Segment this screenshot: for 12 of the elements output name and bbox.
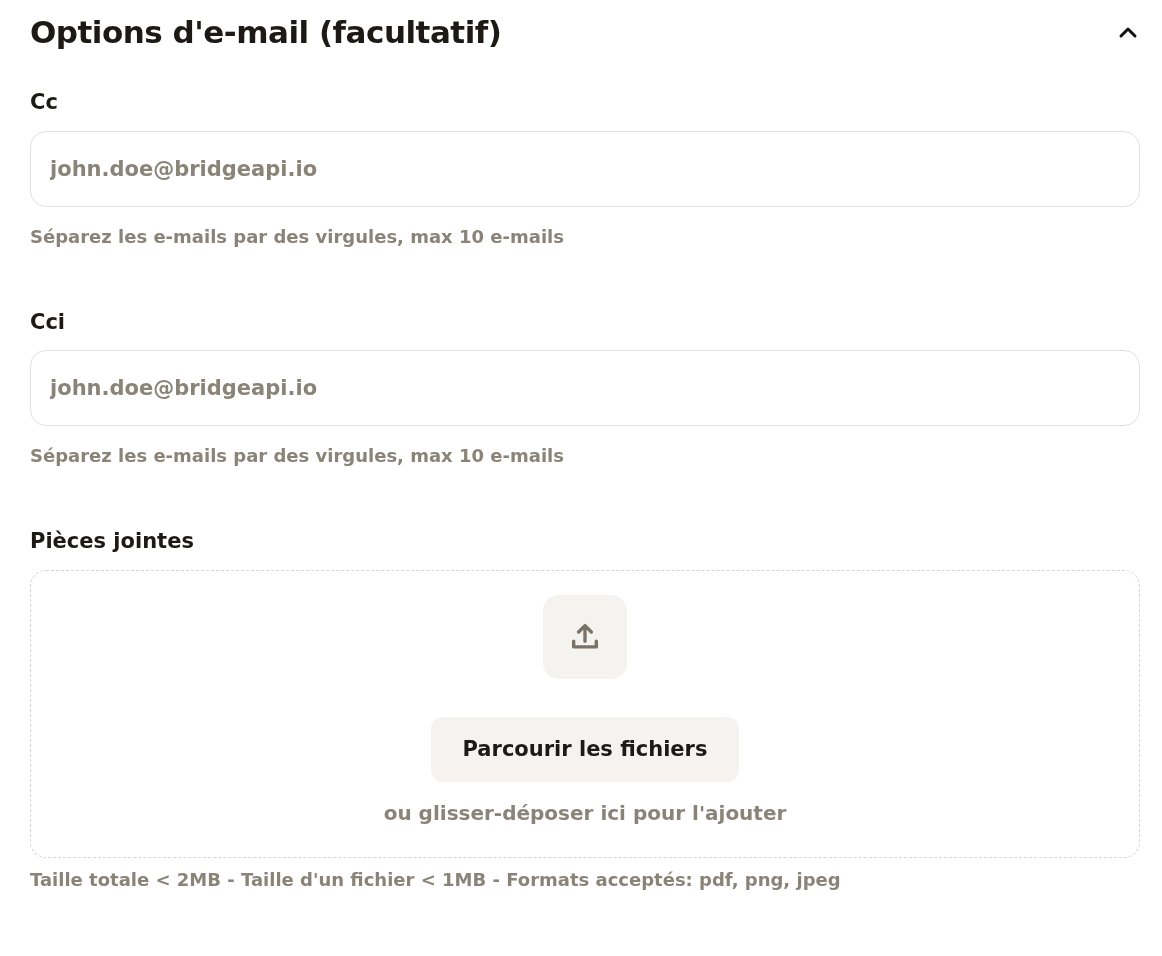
browse-files-button[interactable]: Parcourir les fichiers [430, 716, 740, 783]
field-label: Pièces jointes [30, 528, 195, 556]
email-input[interactable]: john.doe@bridgeapi.io [30, 130, 1140, 207]
email-input[interactable]: john.doe@bridgeapi.io [30, 350, 1140, 427]
help-text: Séparez les e-mails par des virgules, max 10 e-mails [30, 444, 565, 469]
field-label: Cci [30, 308, 67, 336]
help-text: Séparez les e-mails par des virgules, max 10 e-mails [30, 224, 565, 249]
help-text: Taille totale < 2MB - Taille d'un fichier < 1MB - Formats acceptés: pdf, png, jpeg [30, 867, 842, 892]
field-label: Cc [30, 89, 59, 117]
drop-hint: ou glisser-déposer ici pour l'ajouter [383, 800, 787, 828]
drop-zone[interactable]: Parcourir les fichiers ou glisser-déposer ici pour l'ajouter [30, 569, 1140, 858]
section-title: Options d'e-mail (facultatif) [30, 14, 502, 52]
